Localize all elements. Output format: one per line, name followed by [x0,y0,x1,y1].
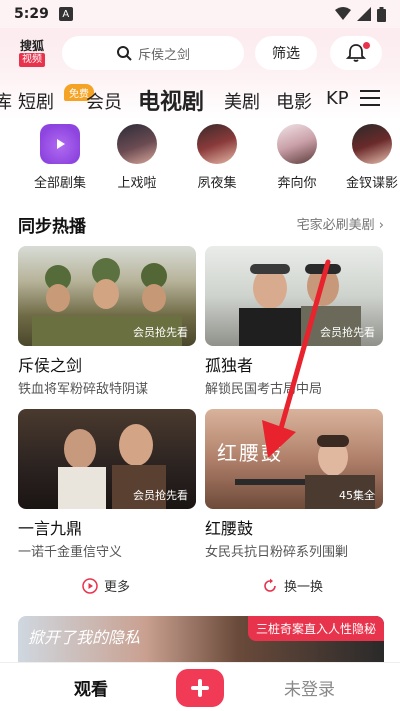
category-row: 全部剧集 上戏啦 夙夜集 奔向你 金钗谍影 [0,124,400,192]
refresh-icon [264,578,276,592]
section-header: 同步热播 宅家必刷美剧 › [18,212,384,237]
card-title: 红腰鼓 [205,519,254,538]
video-thumbnail: 会员抢先看 [18,246,196,346]
section-actions: 更多 换一换 [0,572,400,598]
tv-icon [40,124,80,164]
card-subtitle: 一诺千金重信守义 [18,545,123,560]
card-title: 斥侯之剑 [18,356,83,375]
category-all-series[interactable]: 全部剧集 [24,124,96,191]
category-avatar [277,124,317,164]
tab-tv-series[interactable]: 电视剧 [138,84,204,116]
notification-button[interactable] [330,36,382,70]
channel-tabs: 库 短剧 免费 会员 电视剧 美剧 电影 KP [0,82,400,118]
status-bar: 5:29 A [0,0,400,28]
card-title: 孤独者 [205,356,254,375]
tab-library[interactable]: 库 [0,88,12,114]
promo-banner[interactable]: 掀开了我的隐私 三桩奇案直入人性隐秘 [18,616,384,662]
category-avatar [197,124,237,164]
section-more-link[interactable]: 宅家必刷美剧 › [297,214,384,233]
add-button[interactable] [176,669,224,707]
nav-login[interactable]: 未登录 [284,675,335,700]
signal-icon [357,7,371,21]
card-subtitle: 女民兵抗日粉碎系列围剿 [205,545,349,560]
notification-dot [363,42,370,49]
video-thumbnail: 会员抢先看 [205,246,383,346]
banner-overlay-text: 掀开了我的隐私 [28,628,141,647]
filter-button[interactable]: 筛选 [255,36,317,70]
video-card[interactable]: 红腰鼓 45集全 红腰鼓 女民兵抗日粉碎系列围剿 [205,409,383,560]
video-thumbnail: 会员抢先看 [18,409,196,509]
category-shangxila[interactable]: 上戏啦 [101,124,173,191]
category-avatar [352,124,392,164]
more-button[interactable]: 更多 [82,576,130,595]
card-badge: 会员抢先看 [133,326,188,339]
thumbnail-overlay-text: 红腰鼓 [217,441,283,465]
card-badge: 会员抢先看 [320,326,375,339]
tab-movie[interactable]: 电影 [276,88,312,114]
search-input[interactable]: 斥侯之剑 [62,36,244,70]
video-thumbnail: 红腰鼓 45集全 [205,409,383,509]
tab-us-drama[interactable]: 美剧 [224,88,260,114]
card-badge: 会员抢先看 [133,489,188,502]
plus-icon [191,679,209,697]
category-suyeji[interactable]: 夙夜集 [181,124,253,191]
banner-tag: 三桩奇案直入人性隐秘 [247,616,384,641]
video-card[interactable]: 会员抢先看 斥侯之剑 铁血将军粉碎敌特阴谋 [18,246,196,397]
nav-watch[interactable]: 观看 [74,675,108,700]
search-icon [116,46,132,61]
card-badge: 45集全 [339,489,375,502]
video-card[interactable]: 会员抢先看 一言九鼎 一诺千金重信守义 [18,409,196,560]
app-notification-icon: A [58,7,73,21]
section-title: 同步热播 [18,217,86,237]
menu-icon[interactable] [360,90,380,106]
category-benxiangni[interactable]: 奔向你 [261,124,333,191]
bottom-nav: 观看 未登录 [0,662,400,711]
card-subtitle: 铁血将军粉碎敌特阴谋 [18,382,149,397]
search-placeholder: 斥侯之剑 [137,47,190,63]
tab-short-drama[interactable]: 短剧 免费 [18,84,94,114]
tab-kp[interactable]: KP [326,88,349,109]
play-circle-icon [82,577,98,594]
tab-vip[interactable]: 会员 [86,88,122,114]
refresh-button[interactable]: 换一换 [262,576,323,595]
category-jinchaidieying[interactable]: 金钗谍影 [336,124,400,191]
card-title: 一言九鼎 [18,519,83,538]
top-bar: 搜狐 视频 斥侯之剑 筛选 [0,34,400,74]
category-avatar [117,124,157,164]
video-card[interactable]: 会员抢先看 孤独者 解锁民国考古局中局 [205,246,383,397]
battery-icon [377,6,386,22]
wifi-icon [335,7,351,20]
card-subtitle: 解锁民国考古局中局 [205,382,323,397]
status-time: 5:29 [14,6,49,22]
status-icons [335,6,386,22]
sohu-video-logo[interactable]: 搜狐 视频 [14,36,50,70]
